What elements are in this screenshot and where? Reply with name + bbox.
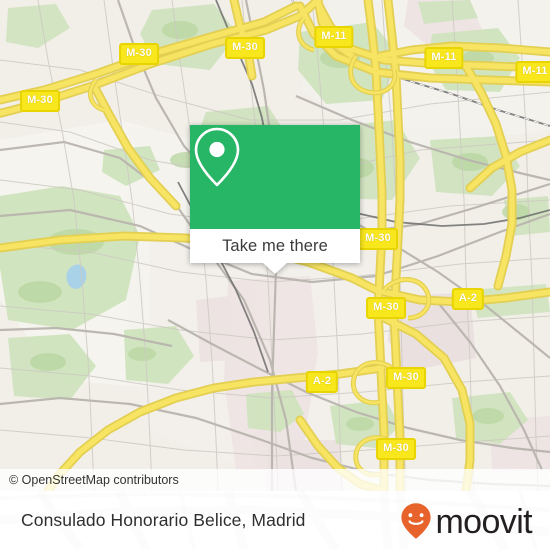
location-popup-card[interactable]: Take me there	[190, 125, 360, 274]
moovit-wordmark: moovit	[435, 502, 532, 541]
map-screenshot-page: M-30 M-30 M-11 M-11 M-11 M-30 M-30 M-30 A-2 A-2 M-…	[0, 0, 550, 550]
road-shield: M-30	[119, 43, 159, 65]
road-shield: M-30	[225, 37, 265, 59]
moovit-smiley-pin-icon	[401, 502, 432, 539]
road-shield: M-11	[314, 26, 354, 48]
road-shield: M-30	[358, 228, 398, 250]
osm-attribution[interactable]: © OpenStreetMap contributors	[0, 469, 550, 491]
road-shield: M-11	[424, 47, 464, 69]
road-shield: M-11	[515, 61, 550, 83]
map-canvas[interactable]: M-30 M-30 M-11 M-11 M-11 M-30 M-30 M-30 A-2 A-2 M-…	[0, 0, 550, 491]
popup-header	[190, 125, 360, 229]
take-me-there-button[interactable]: Take me there	[190, 229, 360, 263]
popup-tail	[263, 263, 287, 274]
road-shield: M-30	[386, 367, 426, 389]
road-shield: M-30	[376, 438, 416, 460]
road-shield: M-30	[20, 90, 60, 112]
moovit-brand-logo[interactable]: moovit	[400, 491, 533, 550]
footer-bar: Consulado Honorario Belice, Madrid moovi…	[0, 491, 550, 550]
place-name-title: Consulado Honorario Belice, Madrid	[21, 510, 306, 530]
take-me-there-label: Take me there	[222, 236, 328, 255]
road-shield: A-2	[451, 288, 485, 310]
road-shield: A-2	[305, 371, 339, 393]
road-shield: M-30	[366, 297, 406, 319]
map-pin-icon	[194, 127, 240, 187]
